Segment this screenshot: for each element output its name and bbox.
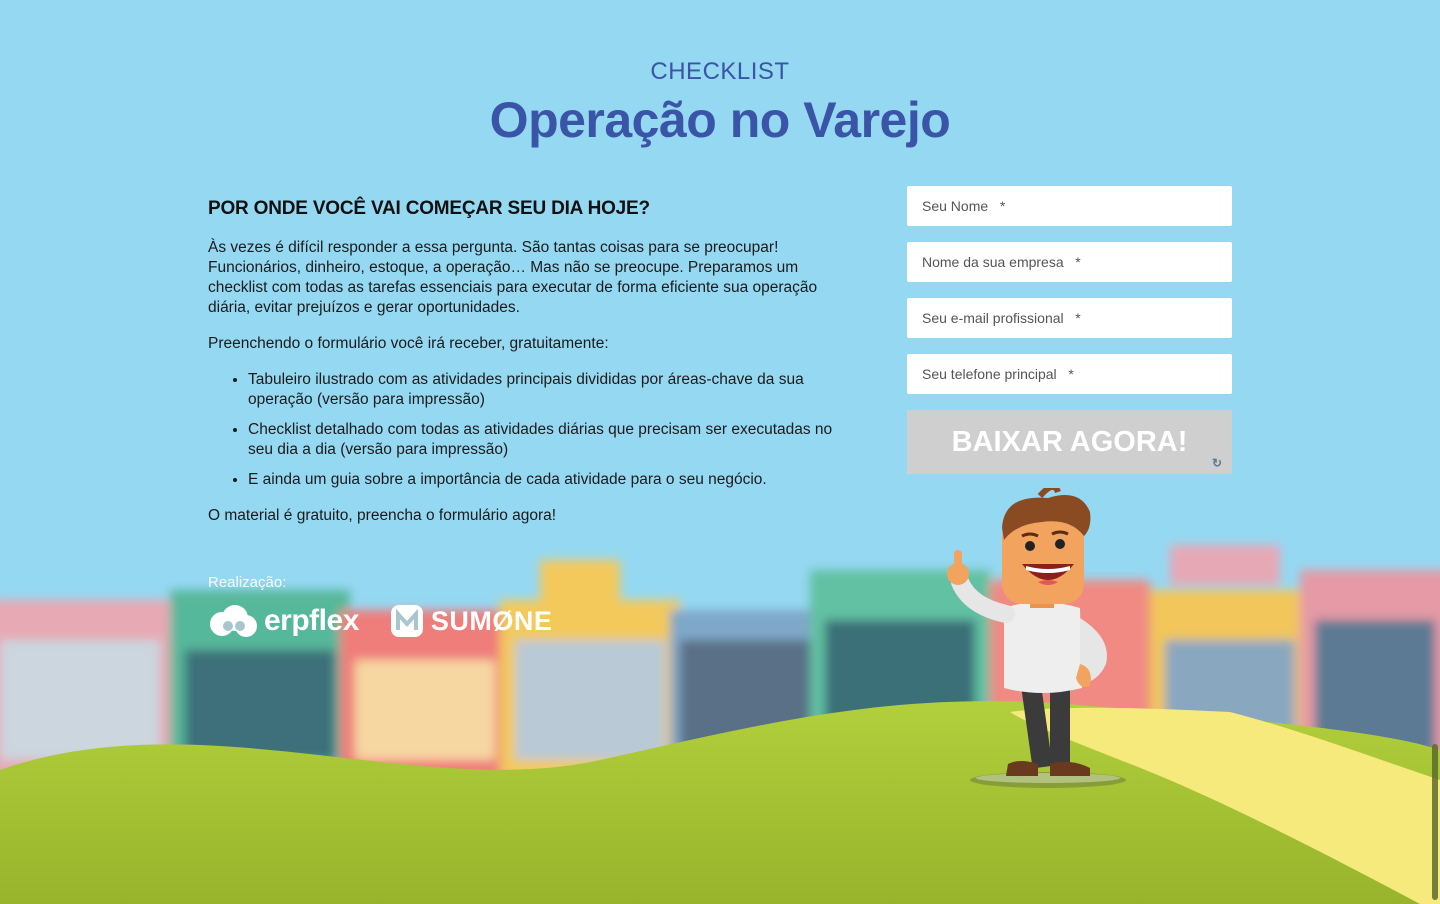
closing-text: O material é gratuito, preencha o formul… bbox=[208, 507, 557, 524]
cloud-icon bbox=[210, 605, 257, 637]
download-button-label: BAIXAR AGORA! bbox=[951, 425, 1188, 458]
download-button[interactable]: BAIXAR AGORA! ↻ bbox=[907, 410, 1232, 474]
intro-paragraph: Às vezes é difícil responder a essa perg… bbox=[208, 239, 818, 316]
company-field[interactable] bbox=[907, 242, 1232, 282]
page-title: Operação no Varejo bbox=[489, 92, 951, 148]
sumone-mark-icon bbox=[390, 605, 423, 637]
benefits-list: Tabuleiro ilustrado com as atividades pr… bbox=[208, 370, 858, 490]
scrollbar[interactable] bbox=[1432, 744, 1438, 900]
list-item: Tabuleiro ilustrado com as atividades pr… bbox=[248, 370, 858, 410]
phone-field[interactable] bbox=[907, 354, 1232, 394]
sumone-logo: SUMØNE bbox=[389, 603, 553, 639]
erpflex-logo-text: erpflex bbox=[264, 604, 359, 637]
erpflex-logo: erpflex bbox=[208, 604, 359, 638]
name-field[interactable] bbox=[907, 186, 1232, 226]
partner-logos: erpflex SUMØNE bbox=[208, 603, 552, 639]
page-header: CHECKLIST Operação no Varejo bbox=[0, 56, 1440, 150]
realizacao-section: Realização: erpflex SUMØNE bbox=[208, 574, 552, 639]
eyebrow-label: CHECKLIST bbox=[650, 58, 790, 85]
intro-heading: POR ONDE VOCÊ VAI COMEÇAR SEU DIA HOJE? bbox=[208, 198, 650, 219]
character-illustration bbox=[947, 488, 1126, 788]
email-field[interactable] bbox=[907, 298, 1232, 338]
list-item: E ainda um guia sobre a importância de c… bbox=[248, 470, 858, 490]
download-form: BAIXAR AGORA! ↻ bbox=[907, 186, 1232, 474]
list-item: Checklist detalhado com todas as ativida… bbox=[248, 420, 858, 460]
sumone-logo-text: SUMØNE bbox=[430, 605, 553, 636]
intro-section: POR ONDE VOCÊ VAI COMEÇAR SEU DIA HOJE? … bbox=[208, 194, 858, 542]
realizacao-label: Realização: bbox=[208, 574, 287, 591]
benefits-intro: Preenchendo o formulário você irá recebe… bbox=[208, 335, 609, 352]
recaptcha-icon: ↻ bbox=[1211, 456, 1222, 470]
